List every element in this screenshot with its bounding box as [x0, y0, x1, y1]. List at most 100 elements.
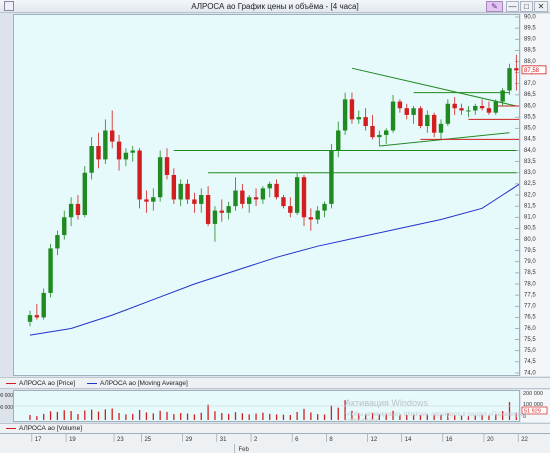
candle-body	[384, 130, 389, 135]
price-legend-bar: АЛРОСА ао [Price] АЛРОСА ао [Moving Aver…	[0, 377, 550, 389]
date-axis-label: 19	[69, 437, 76, 443]
legend-ma-swatch	[87, 382, 97, 384]
candle-body	[41, 292, 46, 318]
candle-body	[274, 183, 279, 198]
price-axis-tick-label: 83,0	[524, 170, 536, 176]
legend-price-label: АЛРОСА ао [Price]	[19, 380, 76, 387]
date-axis-label: 20	[487, 437, 494, 443]
candle-body	[89, 146, 94, 173]
candle-body	[110, 130, 115, 142]
price-axis-tick-label: 75,0	[524, 348, 536, 354]
candle-body	[514, 68, 519, 71]
candle-body	[130, 150, 135, 153]
date-axis-label: 31	[220, 437, 227, 443]
date-axis-labels: 17 19 23 25 29 31 2 6 8 12 14 16 20 22 Feb	[31, 434, 529, 453]
minimize-button[interactable]: —	[506, 1, 519, 12]
candle-body	[219, 210, 224, 213]
price-axis-tick-label: 86,5	[524, 92, 536, 98]
legend-ma[interactable]: АЛРОСА ао [Moving Average]	[87, 380, 188, 387]
candle-body	[377, 134, 382, 138]
date-axis-label: 8	[329, 437, 333, 443]
price-axis-tick-label: 75,5	[524, 337, 536, 343]
candle-body	[507, 68, 512, 91]
price-axis-tick-label: 90,0	[524, 14, 536, 20]
candle-body	[253, 197, 259, 200]
candle-body	[329, 150, 334, 204]
candle-body	[486, 108, 492, 113]
candle-body	[315, 210, 320, 220]
candle-body	[260, 188, 266, 200]
month-label: Feb	[239, 447, 250, 453]
candle-body	[404, 108, 409, 115]
activation-watermark: Активация Windows	[345, 398, 428, 408]
date-axis-label: 29	[186, 437, 193, 443]
candle-body	[240, 190, 245, 204]
price-axis-tick-label: 88,0	[524, 59, 536, 65]
price-axis-tick-label: 86,0	[524, 103, 536, 109]
price-axis-tick-label: 76,5	[524, 315, 536, 321]
title-bar: АЛРОСА ао График цены и объёма - [4 часа…	[0, 0, 550, 13]
candle-body	[349, 99, 355, 120]
candle-body	[301, 177, 307, 218]
candle-body	[342, 99, 348, 131]
candle-body	[82, 172, 87, 216]
candle-body	[281, 197, 286, 207]
date-axis-label: 2	[254, 437, 258, 443]
edit-button[interactable]: ✎	[486, 1, 503, 12]
candle-body	[157, 157, 163, 198]
legend-ma-label: АЛРОСА ао [Moving Average]	[100, 380, 188, 387]
close-button[interactable]: ✕	[534, 1, 548, 12]
date-axis-label: 22	[521, 437, 528, 443]
candle-body	[171, 174, 177, 200]
candle-body	[164, 157, 170, 175]
candle-body	[493, 101, 498, 113]
maximize-button[interactable]: □	[520, 1, 533, 12]
price-axis-tick-label: 84,0	[524, 148, 536, 154]
candle-body	[445, 103, 451, 124]
candle-body	[192, 199, 197, 204]
legend-volume[interactable]: АЛРОСА ао [Volume]	[6, 425, 82, 432]
candle-body	[322, 203, 327, 211]
price-axis-tick-label: 79,0	[524, 259, 536, 265]
candle-body	[205, 195, 211, 224]
candle-body	[137, 150, 142, 200]
candle-body	[212, 210, 218, 224]
candle-body	[356, 117, 361, 120]
candle-body	[27, 315, 33, 322]
price-axis-tick-label: 85,5	[524, 114, 536, 120]
candle-body	[390, 101, 396, 131]
price-axis-tick-label: 76,0	[524, 326, 536, 332]
price-chart	[27, 16, 519, 374]
candle-body	[308, 217, 314, 220]
price-axis-tick-label: 88,5	[524, 48, 536, 54]
volume-left-tick-label: 100 000	[0, 405, 13, 411]
last-price-label: 87,58	[524, 68, 540, 74]
price-chart-panel[interactable]	[13, 14, 520, 376]
candle-body	[452, 103, 457, 109]
candle-body	[247, 197, 252, 204]
price-axis-tick-label: 89,0	[524, 37, 536, 43]
price-axis-tick-label: 82,5	[524, 181, 536, 187]
candle-body	[294, 177, 300, 213]
candle-body	[226, 206, 231, 213]
legend-price[interactable]: АЛРОСА ао [Price]	[6, 380, 75, 387]
candle-body	[267, 183, 272, 189]
price-axis-tick-label: 78,5	[524, 270, 536, 276]
price-axis-tick-label: 81,0	[524, 215, 536, 221]
candle-body	[68, 203, 74, 218]
candle-body	[370, 126, 375, 138]
candle-body	[151, 197, 156, 202]
legend-volume-swatch	[6, 427, 16, 429]
candle-body	[55, 235, 60, 249]
candle-body	[103, 130, 108, 160]
price-axis-tick-label: 77,0	[524, 304, 536, 310]
date-axis-label: 14	[405, 437, 412, 443]
candle-body	[473, 106, 478, 111]
candle-body	[48, 248, 53, 293]
price-axis: 90,089,589,088,588,087,587,086,586,085,5…	[521, 14, 550, 376]
candle-body	[199, 195, 204, 204]
moving-average-line	[29, 183, 519, 336]
volume-axis-tick-label: 200 000	[523, 391, 543, 397]
candle-body	[479, 106, 485, 109]
price-axis-labels: 90,089,589,088,588,087,587,086,586,085,5…	[521, 14, 547, 376]
